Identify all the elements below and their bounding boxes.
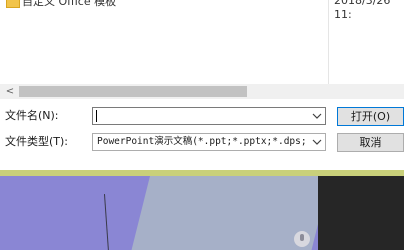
filetype-value: PowerPoint演示文稿(*.ppt;*.pptx;*.dps; xyxy=(97,136,307,147)
filename-field[interactable] xyxy=(92,107,326,125)
scroll-left-icon[interactable]: < xyxy=(4,84,16,99)
open-file-dialog: 自定义 Office 模板 2018/3/26 11: < 文件名(N): 文件… xyxy=(0,0,404,170)
filetype-select[interactable]: PowerPoint演示文稿(*.ppt;*.pptx;*.dps; xyxy=(92,133,326,151)
cancel-button[interactable]: 取消 xyxy=(337,133,404,152)
background-slide-area xyxy=(0,170,404,250)
filename-label: 文件名(N): xyxy=(5,109,59,122)
dark-panel xyxy=(318,176,404,250)
file-date: 2018/3/26 11: xyxy=(334,0,391,21)
filetype-label: 文件类型(T): xyxy=(5,135,69,148)
chevron-down-icon[interactable] xyxy=(312,137,322,147)
open-button[interactable]: 打开(O) xyxy=(337,107,404,126)
text-caret xyxy=(96,110,97,122)
column-divider xyxy=(328,0,329,84)
filename-value xyxy=(99,108,311,124)
file-name: 自定义 Office 模板 xyxy=(22,0,117,8)
scrollbar-thumb[interactable] xyxy=(19,86,247,97)
chevron-down-icon[interactable] xyxy=(312,111,322,121)
list-item[interactable]: 自定义 Office 模板 xyxy=(6,0,324,8)
horizontal-scrollbar[interactable]: < xyxy=(0,84,404,99)
file-list: 自定义 Office 模板 2018/3/26 11: xyxy=(0,0,404,84)
folder-icon xyxy=(6,0,20,8)
microphone-icon[interactable] xyxy=(294,231,310,247)
